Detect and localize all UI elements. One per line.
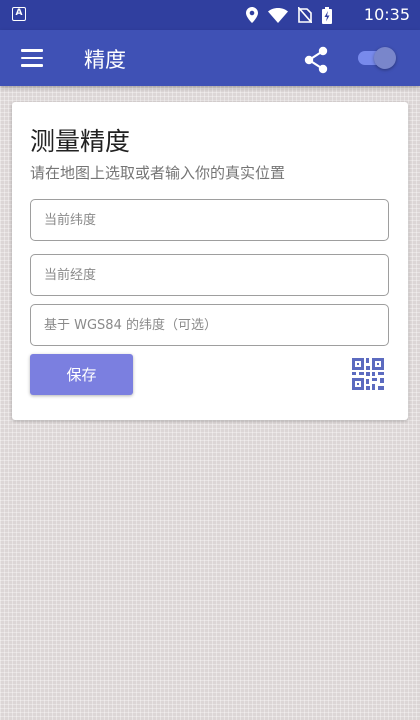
toggle-switch[interactable] xyxy=(356,47,396,69)
status-icons xyxy=(246,6,332,24)
location-icon xyxy=(246,7,258,23)
qr-code-scan-icon[interactable] xyxy=(352,358,384,390)
longitude-input[interactable] xyxy=(30,254,389,296)
app-a-icon: A xyxy=(12,7,26,21)
precision-card: 测量精度 请在地图上选取或者输入你的真实位置 保存 xyxy=(12,102,408,420)
share-icon[interactable] xyxy=(302,46,330,74)
latitude-input[interactable] xyxy=(30,199,389,241)
toggle-thumb xyxy=(374,47,396,69)
no-sim-icon xyxy=(298,7,312,23)
status-bar: A 10:35 xyxy=(0,0,420,30)
card-title: 测量精度 xyxy=(30,127,131,156)
app-bar: 精度 xyxy=(0,30,420,86)
status-time: 10:35 xyxy=(363,5,410,24)
wifi-icon xyxy=(268,7,288,23)
wgs84-latitude-input[interactable] xyxy=(30,304,389,346)
save-button[interactable]: 保存 xyxy=(30,354,133,395)
battery-charging-icon xyxy=(322,6,332,24)
page-title: 精度 xyxy=(84,48,126,72)
card-subtitle: 请在地图上选取或者输入你的真实位置 xyxy=(30,164,286,182)
menu-icon[interactable] xyxy=(21,49,43,67)
